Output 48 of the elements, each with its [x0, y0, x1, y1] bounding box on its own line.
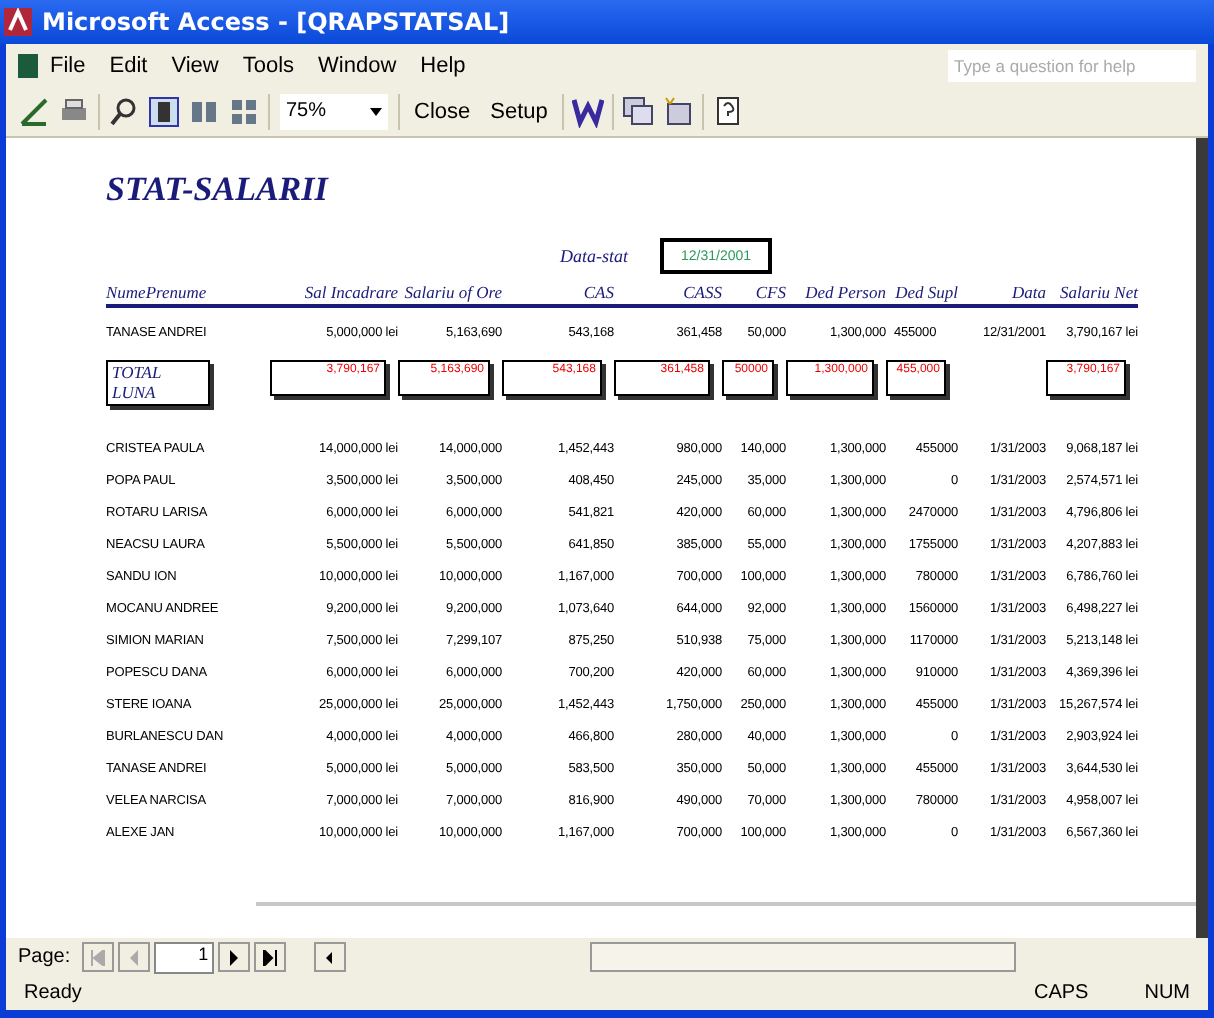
next-page-button[interactable]	[218, 942, 251, 972]
horizontal-scrollbar[interactable]	[590, 942, 1016, 972]
column-header: Salariu Net	[1058, 282, 1138, 302]
menu-item[interactable]: Edit	[97, 53, 160, 77]
document-icon[interactable]	[18, 53, 38, 77]
column-header: Salariu of Ore	[402, 282, 502, 302]
caret-icon	[370, 107, 382, 115]
column-header: Ded Person	[803, 282, 886, 302]
total-label: TOTAL LUNA	[106, 360, 210, 406]
app-icon	[4, 8, 32, 36]
page-label: Page:	[18, 946, 71, 968]
last-page-button[interactable]	[254, 942, 287, 972]
column-header: CFS	[753, 282, 786, 302]
magnifier-icon[interactable]	[108, 95, 140, 127]
status-indicator: NUM	[1144, 982, 1190, 1004]
scroll-left-button[interactable]	[314, 942, 347, 972]
status-text: Ready	[24, 982, 82, 1004]
date-label: Data-stat	[560, 246, 629, 266]
window-title: Microsoft Access - [QRAPSTATSAL]	[42, 8, 510, 36]
status-indicator: CAPS	[1033, 982, 1089, 1004]
menu-item[interactable]: Help	[408, 53, 478, 77]
design-view-icon[interactable]	[18, 95, 50, 127]
windows-icon[interactable]	[621, 95, 654, 127]
one-page-icon[interactable]	[148, 95, 180, 127]
column-header: Sal Incadrare	[302, 282, 398, 302]
column-header: CAS	[581, 282, 614, 302]
zoom-dropdown[interactable]: 75%	[278, 91, 390, 131]
menu-item[interactable]: View	[159, 53, 231, 77]
menu-item[interactable]: Window	[306, 53, 409, 77]
left-triangle-icon	[126, 949, 143, 965]
toolbar-button[interactable]: Close	[408, 91, 477, 131]
column-header: Data	[1010, 282, 1046, 302]
last-icon	[262, 949, 279, 965]
column-header: NumePrenume	[106, 282, 209, 302]
word-icon[interactable]	[571, 95, 604, 127]
help-search-field[interactable]: Type a question for help	[948, 49, 1196, 81]
new-object-icon[interactable]	[661, 95, 694, 127]
toolbar-button[interactable]: Setup	[484, 91, 554, 131]
help-icon[interactable]	[711, 95, 744, 127]
menu-item[interactable]: File	[38, 53, 98, 77]
column-header: Ded Supl	[893, 282, 958, 302]
right-triangle-icon	[226, 949, 243, 965]
report-title: STAT-SALARII	[106, 170, 328, 210]
multiple-pages-icon[interactable]	[228, 95, 260, 127]
first-icon	[90, 949, 107, 965]
page-number-field[interactable]: 1	[154, 941, 215, 973]
menu-item[interactable]: Tools	[230, 53, 307, 77]
column-header: CASS	[681, 282, 722, 302]
